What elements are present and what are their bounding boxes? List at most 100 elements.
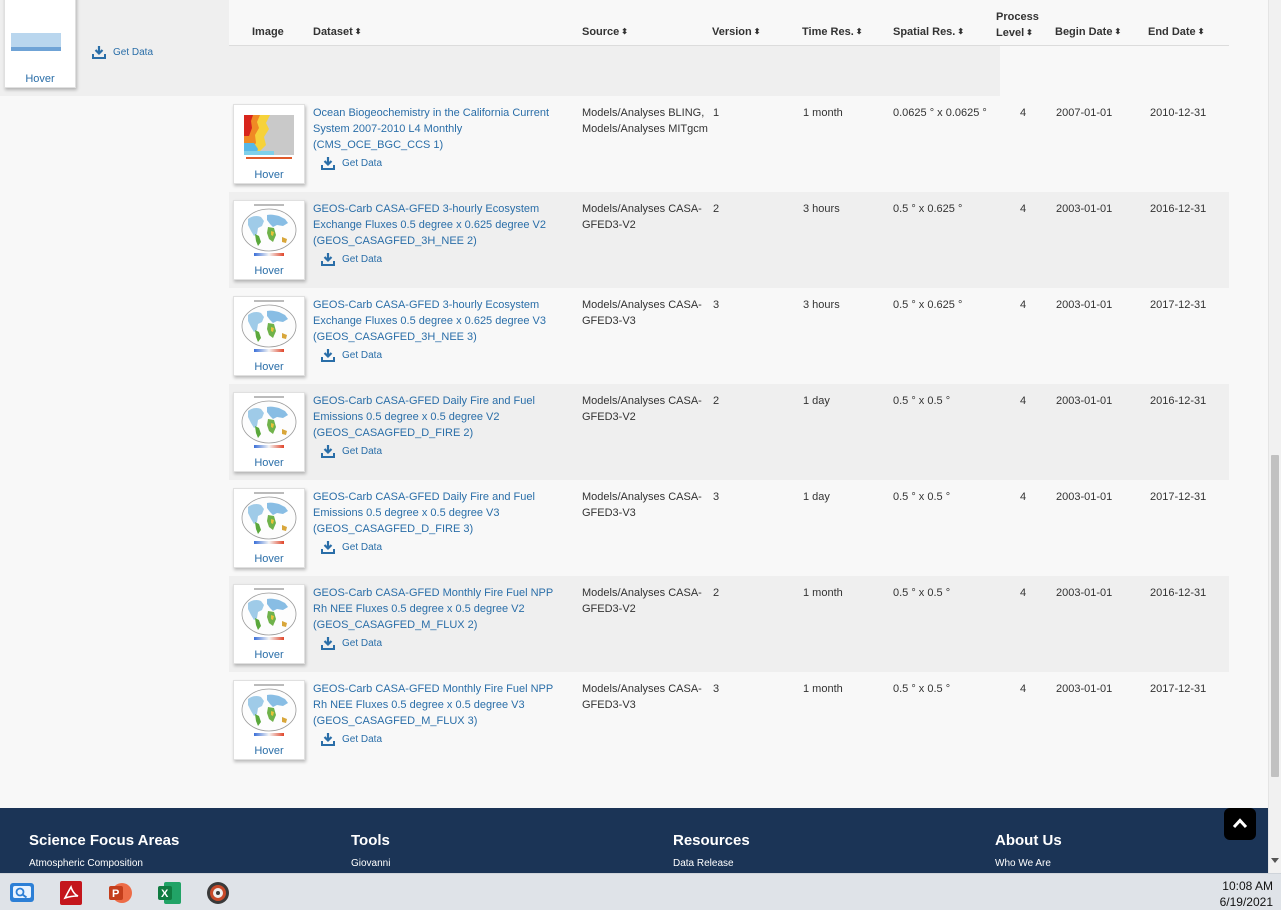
time-res-cell: 1 month [803,683,843,695]
column-header-time-res[interactable]: Time Res. ⬍ [802,25,862,40]
spatial-res-cell: 0.5 ° x 0.5 ° [893,683,951,695]
end-date-cell: 2016-12-31 [1150,395,1207,407]
table-row: Hover GEOS-Carb CASA-GFED Monthly Fire Fu… [229,672,1229,768]
column-header-end-date[interactable]: End Date ⬍ [1148,25,1204,40]
dataset-name-link[interactable]: GEOS-Carb CASA-GFED 3-hourly Ecosystem E… [313,297,561,345]
column-header-source[interactable]: Source ⬍ [582,25,628,40]
get-data-label: Get Data [342,254,383,265]
get-data-link[interactable]: Get Data [321,349,382,362]
hover-label[interactable]: Hover [234,361,304,373]
download-icon [321,637,335,650]
footer-column-science: Science Focus Areas Atmospheric Composit… [29,832,179,869]
begin-date-cell: 2003-01-01 [1056,587,1113,599]
spatial-res-cell: 0.0625 ° x 0.0625 ° [893,107,987,119]
svg-text:P: P [112,888,119,900]
download-icon [321,733,335,746]
sort-icon: ⬍ [1197,27,1205,36]
get-data-link[interactable]: Get Data [321,541,382,554]
svg-text:X: X [161,888,169,900]
begin-date-cell: 2003-01-01 [1056,395,1113,407]
footer-link[interactable]: Giovanni [351,858,390,869]
spatial-res-cell: 0.5 ° x 0.5 ° [893,587,951,599]
excel-icon[interactable]: X [156,880,182,906]
time-res-cell: 1 day [803,395,830,407]
spatial-res-cell: 0.5 ° x 0.625 ° [893,299,963,311]
hover-label[interactable]: Hover [234,745,304,757]
media-player-icon[interactable] [205,880,231,906]
download-icon [321,157,335,170]
site-footer: Science Focus Areas Atmospheric Composit… [0,808,1268,873]
dataset-thumbnail[interactable]: Hover [233,680,305,760]
dataset-name-link[interactable]: GEOS-Carb CASA-GFED 3-hourly Ecosystem E… [313,201,561,249]
version-cell: 3 [713,683,720,695]
get-data-label: Get Data [113,47,154,58]
time-res-cell: 1 day [803,491,830,503]
adobe-acrobat-icon[interactable] [58,880,84,906]
download-icon [92,46,106,59]
footer-link[interactable]: Who We Are [995,858,1062,869]
sort-icon: ⬍ [1114,27,1122,36]
clock-date: 6/19/2021 [1219,895,1273,909]
column-header-begin-date[interactable]: Begin Date ⬍ [1055,25,1121,40]
get-data-link[interactable]: Get Data [321,253,382,266]
footer-link[interactable]: Data Release [673,858,750,869]
windows-search-icon[interactable] [9,880,35,906]
time-res-cell: 1 month [803,107,843,119]
get-data-label: Get Data [342,158,383,169]
column-header-process-level[interactable]: Process Level ⬍ [996,9,1039,42]
spatial-res-cell: 0.5 ° x 0.5 ° [893,491,951,503]
chevron-up-icon [1232,818,1248,829]
hover-label[interactable]: Hover [5,73,75,85]
get-data-link[interactable]: Get Data [321,733,382,746]
hover-label[interactable]: Hover [234,553,304,565]
footer-link[interactable]: Atmospheric Composition [29,858,179,869]
end-date-cell: 2017-12-31 [1150,491,1207,503]
end-date-cell: 2017-12-31 [1150,683,1207,695]
dataset-thumbnail[interactable]: Hover [233,392,305,472]
get-data-label: Get Data [342,542,383,553]
hover-label[interactable]: Hover [234,169,304,181]
dataset-name-link[interactable]: Ocean Biogeochemistry in the California … [313,105,561,153]
dataset-name-link[interactable]: GEOS-Carb CASA-GFED Monthly Fire Fuel NP… [313,681,561,729]
sort-icon: ⬍ [354,27,362,36]
dataset-thumbnail[interactable]: Hover [233,104,305,184]
hover-label[interactable]: Hover [234,649,304,661]
back-to-top-button[interactable] [1224,808,1256,840]
table-row: Hover GEOS-Carb CASA-GFED Daily Fire and … [229,384,1229,480]
dataset-thumbnail[interactable]: Hover [233,488,305,568]
get-data-link[interactable]: Get Data [321,157,382,170]
column-header-spatial-res[interactable]: Spatial Res. ⬍ [893,25,964,40]
dataset-name-link[interactable]: GEOS-Carb CASA-GFED Daily Fire and Fuel … [313,393,561,441]
download-icon [321,349,335,362]
get-data-label: Get Data [342,446,383,457]
version-cell: 3 [713,299,720,311]
dataset-thumbnail[interactable]: Hover [4,0,76,88]
dataset-thumbnail[interactable]: Hover [233,296,305,376]
thumbnail-image [238,299,300,353]
time-res-cell: 3 hours [803,299,840,311]
system-clock[interactable]: 10:08 AM 6/19/2021 [1220,878,1273,910]
get-data-link[interactable]: Get Data [321,637,382,650]
dataset-name-link[interactable]: GEOS-Carb CASA-GFED Daily Fire and Fuel … [313,489,561,537]
dataset-thumbnail[interactable]: Hover [233,584,305,664]
sort-icon: ⬍ [753,27,761,36]
process-level-cell: 4 [1020,395,1027,407]
hover-label[interactable]: Hover [234,457,304,469]
sort-icon: ⬍ [855,27,863,36]
column-header-version[interactable]: Version ⬍ [712,25,760,40]
get-data-link[interactable]: Get Data [321,445,382,458]
scroll-down-arrow-icon[interactable] [1271,858,1279,863]
hover-label[interactable]: Hover [234,265,304,277]
scrollbar-thumb[interactable] [1271,455,1279,777]
powerpoint-icon[interactable]: P [107,880,133,906]
dataset-name-link[interactable]: GEOS-Carb CASA-GFED Monthly Fire Fuel NP… [313,585,561,633]
version-cell: 2 [713,587,720,599]
get-data-link[interactable]: Get Data [92,46,153,59]
windows-taskbar: P X 10:08 AM 6/19/2021 [0,873,1281,910]
vertical-scrollbar[interactable] [1268,0,1281,873]
thumbnail-image [238,107,300,161]
footer-column-about: About Us Who We Are [995,832,1062,869]
column-header-dataset[interactable]: Dataset ⬍ [313,25,361,40]
footer-heading: About Us [995,832,1062,849]
dataset-thumbnail[interactable]: Hover [233,200,305,280]
